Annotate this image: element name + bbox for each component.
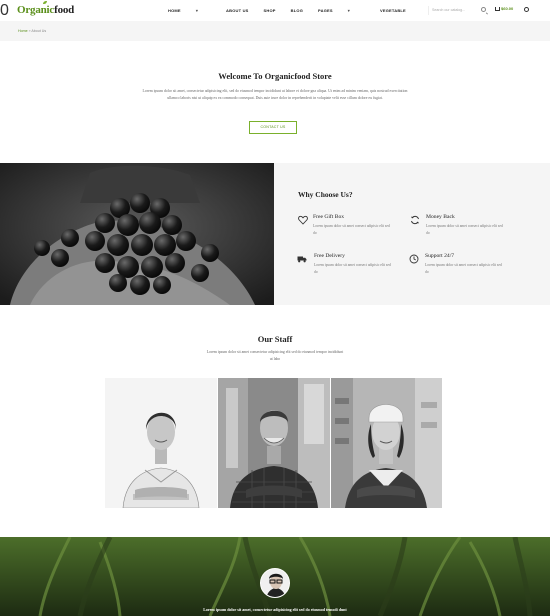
logo-text-organic: Organic [17,4,55,16]
grapes-in-hands-image [0,163,274,305]
grapes-video-image[interactable] [0,163,274,305]
staff-photo-2[interactable] [218,378,330,508]
welcome-title: Welcome To Organicfood Store [218,71,332,81]
nav-label: HOME [168,8,181,13]
chevron-down-icon: ▾ [347,8,350,13]
testimonial-text: Lorem ipsum dolor sit amet, consectetur … [203,607,347,612]
nav-label: PAGES [318,8,333,13]
nav-item-about[interactable]: ABOUT US [226,8,249,13]
staff-title: Our Staff [257,334,293,344]
cart-button[interactable]: $60.00 [495,6,513,11]
feature-title-delivery: Free Delivery [314,253,345,259]
cart-icon [495,6,500,11]
logo-text-food: food [54,4,75,16]
clock-icon [409,254,419,264]
search-icon[interactable] [481,7,486,12]
nav-item-blog[interactable]: BLOG [291,8,303,13]
truck-icon [297,256,307,263]
cart-count-badge: 0 [0,1,9,19]
welcome-text: Lorem ipsum dolor sit amet, consectetur … [142,89,408,100]
cart-total: $60.00 [501,6,514,11]
gear-icon[interactable] [524,7,529,12]
site-logo[interactable]: Organicfood [17,1,75,16]
refresh-icon [411,215,419,225]
testimonial-avatar [260,568,290,598]
feature-text-delivery: Lorem ipsum dolor sit amet consect adipi… [314,263,391,274]
nav-item-shop[interactable]: SHOP [264,8,276,13]
contact-us-button[interactable]: CONTACT US [249,121,297,134]
feature-text-gift: Lorem ipsum dolor sit amet consect adipi… [313,224,390,235]
staff-man-image [218,378,330,508]
search-placeholder: Search our catalog... [432,8,466,12]
feature-title-support: Support 24/7 [425,253,455,259]
nav-item-vegetable[interactable]: VEGETABLE [380,8,406,13]
feature-text-money-back: Lorem ipsum dolor sit amet consect adipi… [426,224,503,235]
breadcrumb-bar: Home » About Us [0,21,550,41]
breadcrumb: Home » About Us [18,29,46,33]
staff-woman-cap-image [331,378,442,508]
nav-item-home[interactable]: HOME ▾ [168,8,213,13]
nav-item-pages[interactable]: PAGES ▾ [318,8,365,13]
staff-photo-3[interactable] [331,378,442,508]
heart-icon [298,215,308,225]
feature-title-gift: Free Gift Box [313,214,345,220]
staff-woman-image [105,378,217,508]
breadcrumb-home-link[interactable]: Home [18,29,28,33]
feature-title-money-back: Money Back [426,214,455,220]
chevron-down-icon: ▾ [195,8,199,13]
main-nav: HOME ▾ ABOUT US SHOP BLOG PAGES ▾ VEGETABL… [168,8,421,13]
site-header: Organicfood HOME ▾ ABOUT US SHOP BLOG PAG… [0,0,550,21]
breadcrumb-current: About Us [31,29,47,33]
staff-text: Lorem ipsum dolor sit amet consectetur a… [206,350,344,361]
why-choose-us-title: Why Choose Us? [298,190,353,199]
search-input[interactable]: Search our catalog... [428,6,490,15]
staff-photo-1[interactable] [105,378,217,508]
feature-text-support: Lorem ipsum dolor sit amet consect adipi… [425,263,502,274]
